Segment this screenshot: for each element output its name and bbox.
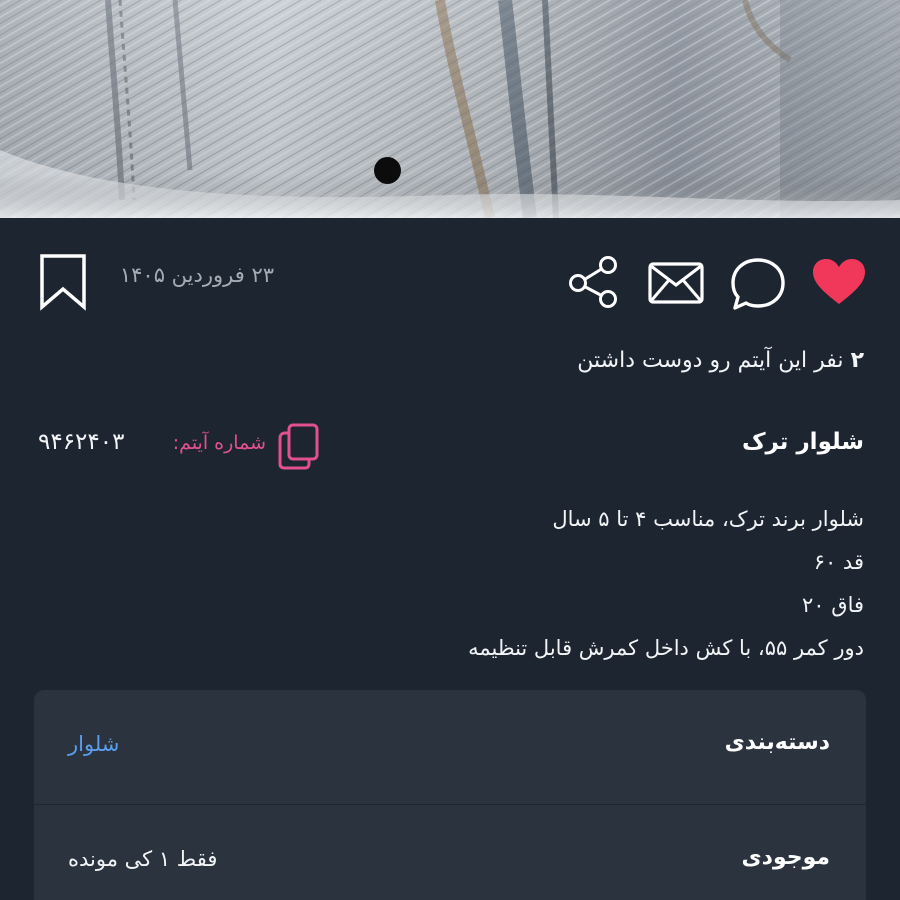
item-number[interactable]: ۹۴۶۲۴۰۳	[38, 429, 124, 455]
likes-summary: ۲ نفر این آیتم رو دوست داشتن	[577, 348, 864, 373]
stock-row: موجودی فقط ۱ کی مونده	[34, 805, 866, 900]
category-label: دسته‌بندی	[724, 730, 830, 755]
category-link[interactable]: شلوار	[68, 732, 119, 756]
comment-icon[interactable]	[729, 256, 787, 312]
details-card: دسته‌بندی شلوار موجودی فقط ۱ کی مونده	[34, 690, 866, 900]
category-row[interactable]: دسته‌بندی شلوار	[34, 690, 866, 804]
post-date: ۲۳ فروردین ۱۴۰۵	[119, 263, 274, 287]
stock-value: فقط ۱ کی مونده	[68, 847, 218, 871]
bookmark-icon[interactable]	[38, 253, 88, 311]
likes-count: ۲	[850, 348, 864, 373]
share-icon[interactable]	[566, 255, 622, 309]
copy-icon[interactable]	[277, 422, 321, 470]
denim-photo	[0, 0, 900, 218]
item-description: شلوار برند ترک، مناسب ۴ تا ۵ سال قد ۶۰ ف…	[264, 498, 864, 670]
carousel-indicator-dot[interactable]	[374, 157, 401, 184]
heart-icon[interactable]	[811, 258, 867, 306]
stock-label: موجودی	[741, 845, 830, 870]
item-number-label: شماره آیتم:	[172, 432, 266, 454]
description-line: قد ۶۰	[813, 550, 864, 574]
description-line: شلوار برند ترک، مناسب ۴ تا ۵ سال	[552, 507, 864, 531]
item-title: شلوار ترک	[741, 429, 864, 455]
product-image[interactable]	[0, 0, 900, 218]
description-line: دور کمر ۵۵، با کش داخل کمرش قابل تنظیمه	[468, 636, 864, 660]
likes-text: نفر این آیتم رو دوست داشتن	[577, 348, 844, 373]
mail-icon[interactable]	[648, 262, 704, 304]
description-line: فاق ۲۰	[802, 593, 864, 617]
